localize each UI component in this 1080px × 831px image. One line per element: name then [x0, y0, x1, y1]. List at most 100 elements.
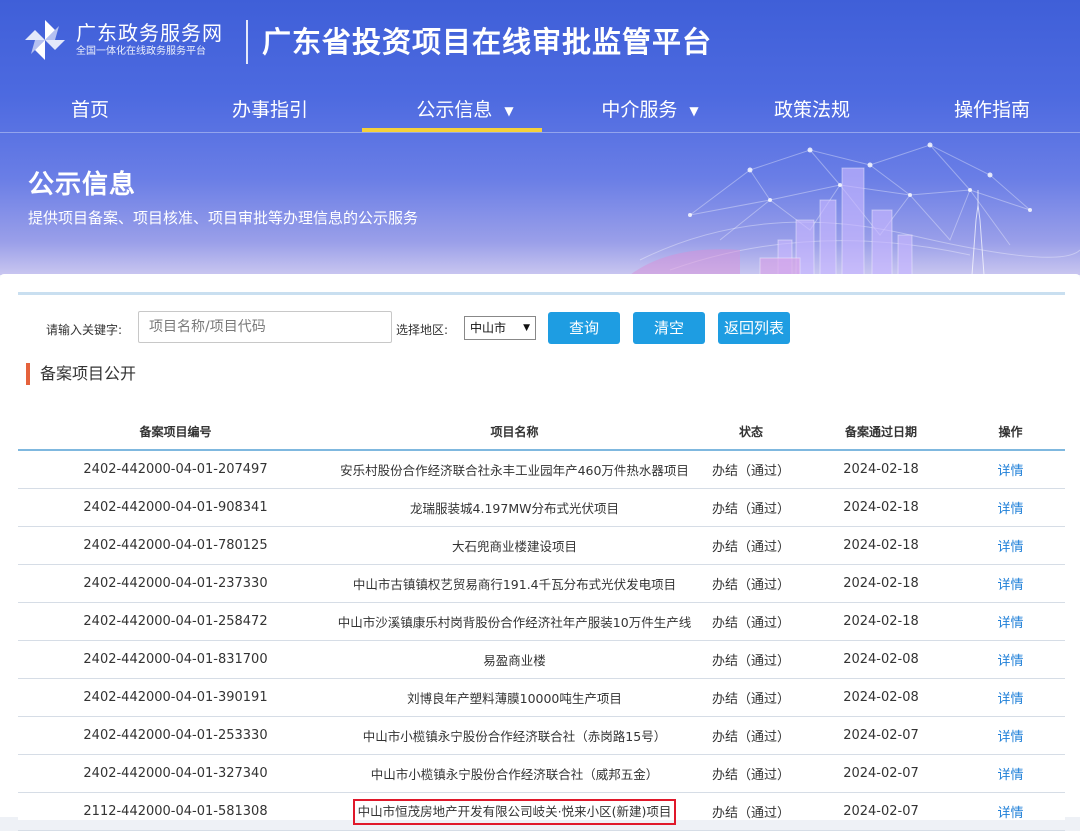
project-status: 办结（通过）: [696, 602, 806, 641]
nav-item-label: 操作指南: [953, 99, 1030, 121]
project-code: 2402-442000-04-01-780125: [18, 526, 333, 565]
brand-divider: [246, 20, 248, 64]
column-header-action: 操作: [956, 413, 1065, 451]
area-select[interactable]: 中山市 ▼: [464, 316, 536, 340]
project-name: 大石兜商业楼建设项目: [333, 526, 696, 565]
project-name: 安乐村股份合作经济联合社永丰工业园年产460万件热水器项目: [333, 450, 696, 489]
project-name-text: 中山市小榄镇永宁股份合作经济联合社（威邦五金）: [370, 767, 659, 782]
approval-date: 2024-02-18: [806, 526, 956, 565]
approval-date: 2024-02-18: [806, 488, 956, 527]
brand-subtitle: 全国一体化在线政务服务平台: [76, 46, 206, 57]
platform-title: 广东省投资项目在线审批监管平台: [262, 25, 713, 59]
project-name: 龙瑞服装城4.197MW分布式光伏项目: [333, 488, 696, 527]
approval-date: 2024-02-07: [806, 754, 956, 793]
nav-item-label: 中介服务: [601, 99, 678, 121]
project-name-text: 易盈商业楼: [483, 653, 546, 668]
nav-item-label: 首页: [70, 99, 109, 121]
detail-link[interactable]: 详情: [956, 678, 1065, 717]
nav-item-guide[interactable]: 办事指引: [210, 88, 330, 132]
hero-subtitle: 提供项目备案、项目核准、项目审批等办理信息的公示服务: [28, 209, 419, 227]
approval-date: 2024-02-18: [806, 450, 956, 489]
project-code: 2402-442000-04-01-908341: [18, 488, 333, 527]
nav-item-label: 公示信息: [416, 99, 493, 121]
project-name-text: 龙瑞服装城4.197MW分布式光伏项目: [410, 501, 619, 516]
project-name: 易盈商业楼: [333, 640, 696, 679]
project-name-text: 中山市古镇镇权艺贸易商行191.4千瓦分布式光伏发电项目: [352, 577, 677, 592]
project-status: 办结（通过）: [696, 450, 806, 489]
table-row: 2402-442000-04-01-831700 易盈商业楼 办结（通过） 2024-…: [18, 640, 1065, 679]
pinwheel-logo-icon: [25, 20, 65, 60]
detail-link[interactable]: 详情: [956, 640, 1065, 679]
keyword-input[interactable]: [138, 311, 392, 343]
project-status: 办结（通过）: [696, 640, 806, 679]
section-title: 备案项目公开: [26, 363, 136, 385]
project-status: 办结（通过）: [696, 792, 806, 831]
project-code: 2402-442000-04-01-253330: [18, 716, 333, 755]
detail-link[interactable]: 详情: [956, 716, 1065, 755]
detail-link[interactable]: 详情: [956, 488, 1065, 527]
project-name: 中山市恒茂房地产开发有限公司岐关·悦来小区(新建)项目: [333, 792, 696, 831]
column-header-name: 项目名称: [333, 413, 696, 451]
approval-date: 2024-02-07: [806, 792, 956, 831]
area-label: 选择地区:: [396, 323, 449, 337]
detail-link[interactable]: 详情: [956, 450, 1065, 489]
site-header: 广东政务服务网 全国一体化在线政务服务平台 广东省投资项目在线审批监管平台 首页…: [0, 0, 1080, 275]
project-name-text: 安乐村股份合作经济联合社永丰工业园年产460万件热水器项目: [340, 463, 689, 478]
nav-item-home[interactable]: 首页: [40, 88, 140, 132]
approval-date: 2024-02-07: [806, 716, 956, 755]
project-name-text: 中山市小榄镇永宁股份合作经济联合社（赤岗路15号）: [362, 729, 667, 744]
table-row: 2402-442000-04-01-908341 龙瑞服装城4.197MW分布式光…: [18, 488, 1065, 527]
table-row: 2402-442000-04-01-253330 中山市小榄镇永宁股份合作经济联合…: [18, 716, 1065, 755]
table-row: 2402-442000-04-01-390191 刘博良年产塑料薄膜10000吨生…: [18, 678, 1065, 717]
brand-logo[interactable]: 广东政务服务网 全国一体化在线政务服务平台: [22, 14, 223, 66]
project-code: 2112-442000-04-01-581308: [18, 792, 333, 831]
nav-divider: [0, 132, 1080, 133]
project-status: 办结（通过）: [696, 488, 806, 527]
project-status: 办结（通过）: [696, 754, 806, 793]
detail-link[interactable]: 详情: [956, 792, 1065, 831]
detail-link[interactable]: 详情: [956, 526, 1065, 565]
project-name: 中山市小榄镇永宁股份合作经济联合社（赤岗路15号）: [333, 716, 696, 755]
nav-item-intermediary[interactable]: 中介服务 ▼: [570, 88, 730, 132]
main-nav: 首页 办事指引 公示信息 ▼ 中介服务 ▼ 政策法规 操作指南: [0, 88, 1080, 132]
detail-link[interactable]: 详情: [956, 564, 1065, 603]
table-row: 2112-442000-04-01-581308 中山市恒茂房地产开发有限公司岐关…: [18, 792, 1065, 831]
area-select-value: 中山市: [470, 321, 507, 335]
hero-title: 公示信息: [28, 170, 137, 200]
keyword-label: 请输入关键字:: [46, 323, 123, 337]
project-status: 办结（通过）: [696, 678, 806, 717]
search-panel: 请输入关键字: 选择地区: 中山市 ▼ 查询 清空 返回列表 备案项目公开 备案…: [18, 292, 1065, 831]
nav-item-label: 政策法规: [773, 99, 850, 121]
column-header-code: 备案项目编号: [18, 413, 333, 451]
project-name: 刘博良年产塑料薄膜10000吨生产项目: [333, 678, 696, 717]
clear-button[interactable]: 清空: [633, 312, 705, 344]
caret-down-icon: ▼: [504, 103, 514, 118]
project-name-text: 大石兜商业楼建设项目: [451, 539, 577, 554]
approval-date: 2024-02-08: [806, 678, 956, 717]
detail-link[interactable]: 详情: [956, 602, 1065, 641]
table-row: 2402-442000-04-01-327340 中山市小榄镇永宁股份合作经济联合…: [18, 754, 1065, 793]
city-network-illustration-icon: [630, 142, 1080, 275]
column-header-date: 备案通过日期: [806, 413, 956, 451]
detail-link[interactable]: 详情: [956, 754, 1065, 793]
nav-item-public-info[interactable]: 公示信息 ▼: [380, 88, 550, 132]
table-row: 2402-442000-04-01-237330 中山市古镇镇权艺贸易商行191.…: [18, 564, 1065, 603]
nav-item-policy[interactable]: 政策法规: [752, 88, 872, 132]
nav-item-manual[interactable]: 操作指南: [932, 88, 1052, 132]
project-code: 2402-442000-04-01-207497: [18, 450, 333, 489]
project-name: 中山市古镇镇权艺贸易商行191.4千瓦分布式光伏发电项目: [333, 564, 696, 603]
project-name-text: 中山市沙溪镇康乐村岗背股份合作经济社年产服装10万件生产线: [337, 615, 692, 630]
table-row: 2402-442000-04-01-207497 安乐村股份合作经济联合社永丰工业…: [18, 450, 1065, 489]
approval-date: 2024-02-08: [806, 640, 956, 679]
project-code: 2402-442000-04-01-327340: [18, 754, 333, 793]
approval-date: 2024-02-18: [806, 602, 956, 641]
column-header-status: 状态: [696, 413, 806, 451]
back-to-list-button[interactable]: 返回列表: [718, 312, 790, 344]
project-code: 2402-442000-04-01-831700: [18, 640, 333, 679]
project-name: 中山市小榄镇永宁股份合作经济联合社（威邦五金）: [333, 754, 696, 793]
table-row: 2402-442000-04-01-780125 大石兜商业楼建设项目 办结（通过）…: [18, 526, 1065, 565]
query-button[interactable]: 查询: [548, 312, 620, 344]
approval-date: 2024-02-18: [806, 564, 956, 603]
search-bar: 请输入关键字: 选择地区: 中山市 ▼ 查询 清空 返回列表: [18, 311, 1065, 345]
dropdown-arrow-icon: ▼: [523, 323, 530, 333]
